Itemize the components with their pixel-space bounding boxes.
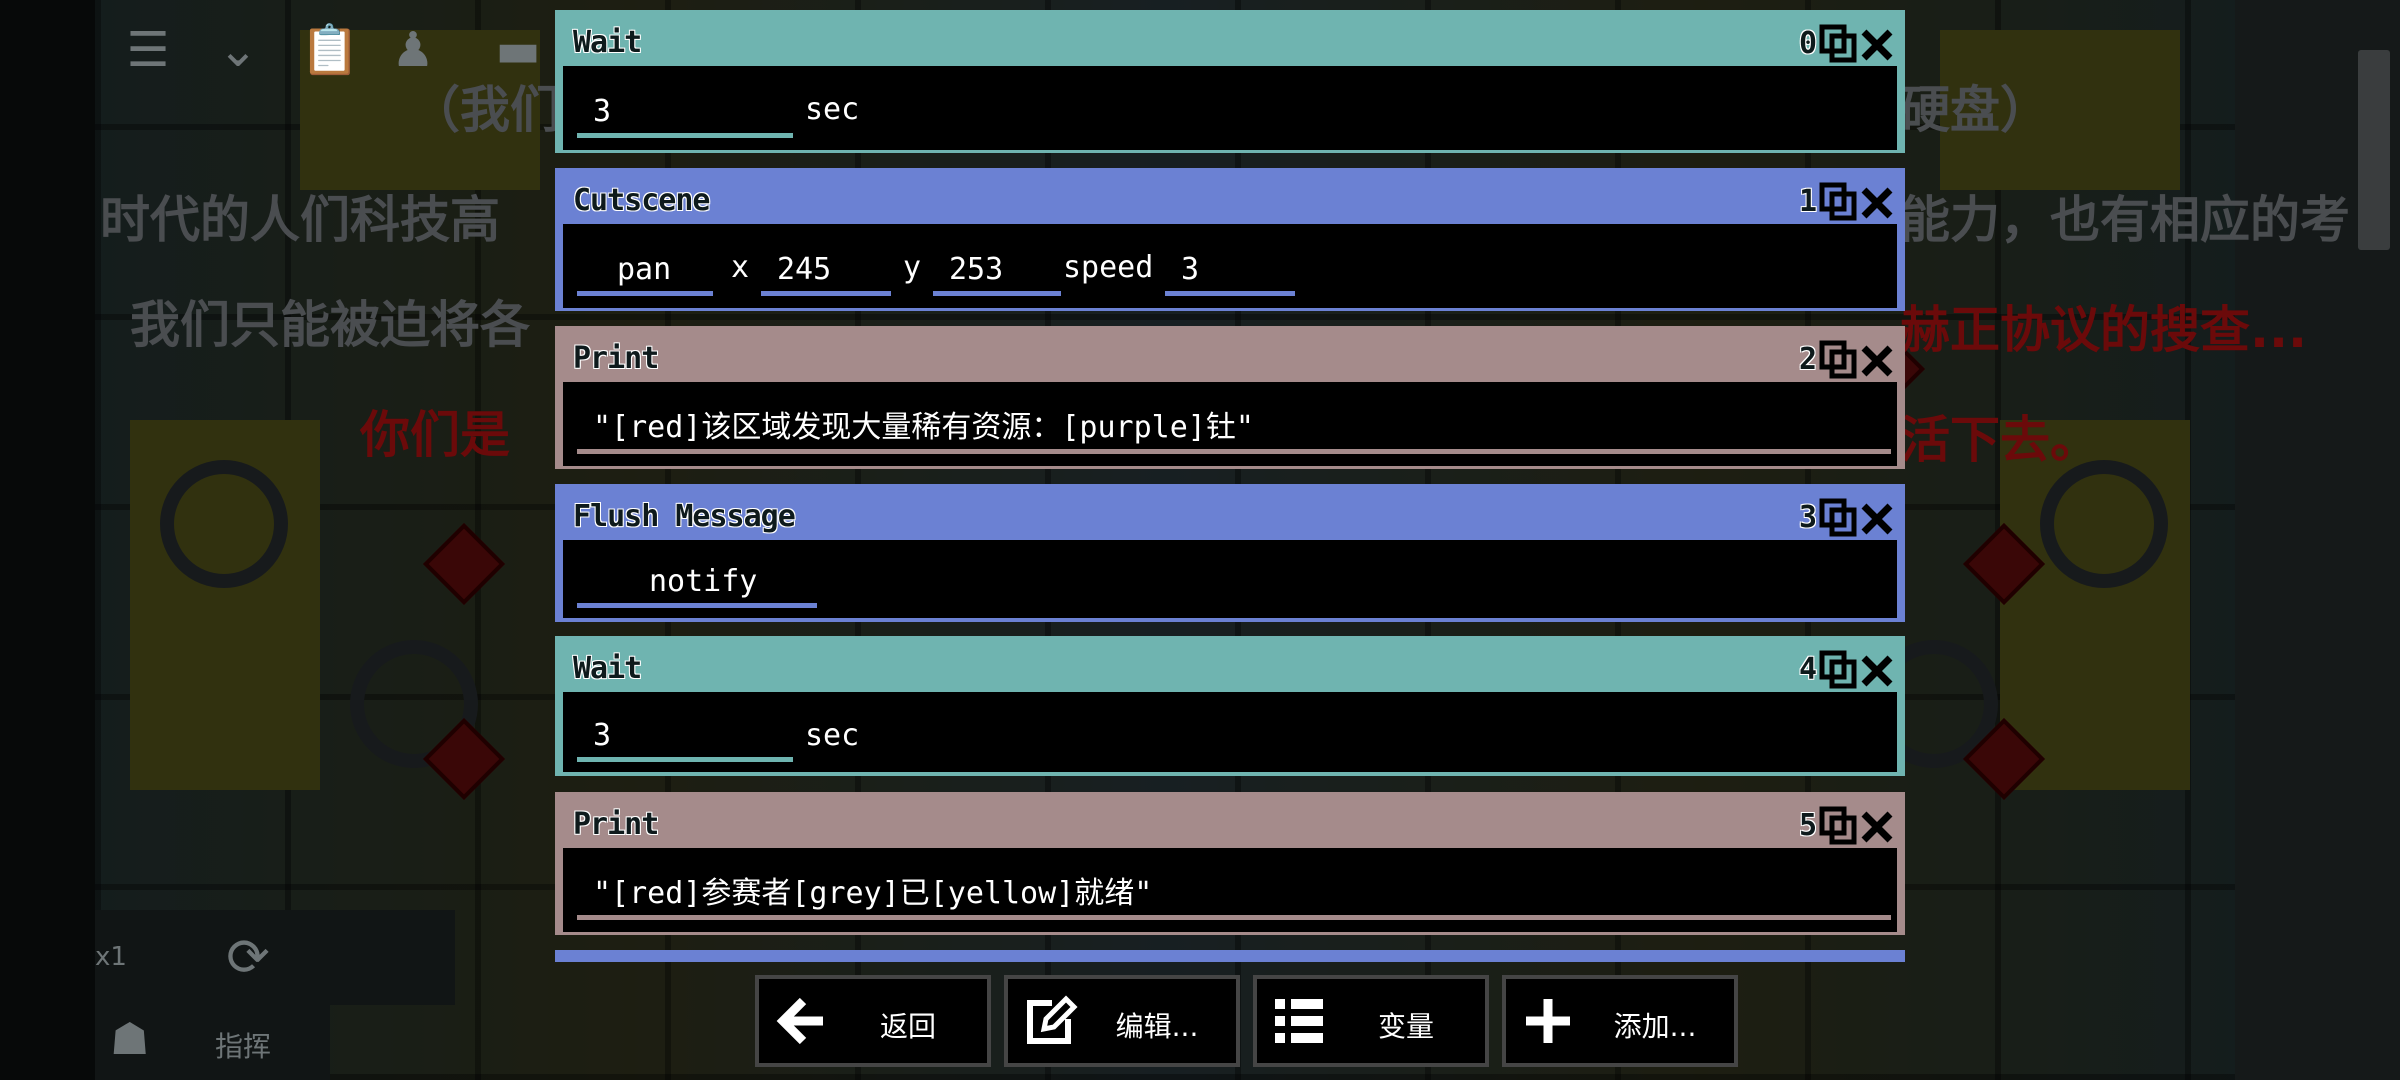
copy-icon[interactable] — [1819, 498, 1859, 538]
field-underline — [577, 449, 1891, 454]
edit-button[interactable]: 编辑... — [1004, 975, 1240, 1067]
left-border — [0, 0, 95, 1080]
wait-duration-field[interactable]: 3 — [577, 86, 793, 138]
event-type-label: Cutscene — [573, 183, 710, 218]
field-underline — [577, 291, 713, 296]
menu-icon[interactable]: ☰ — [120, 22, 176, 78]
wait-duration-field[interactable]: 3 — [577, 710, 793, 762]
cutscene-y-field[interactable]: 253 — [933, 244, 1061, 296]
bg-subtitle-line: 活下去。 — [1900, 411, 2100, 469]
print-text-field[interactable]: "[red]参赛者[grey]已[yellow]就绪" — [577, 868, 1891, 920]
print-text-value: "[red]该区域发现大量稀有资源：[purple]钍" — [593, 410, 1254, 445]
bg-subtitle-line: 硬盘） — [1900, 81, 2050, 139]
command-label: 指挥 — [215, 1030, 272, 1063]
x-label: x — [731, 250, 750, 285]
wait-duration-value: 3 — [593, 94, 612, 129]
y-label: y — [903, 250, 922, 285]
event-type-label: Print — [573, 341, 659, 376]
event-index: 3 — [1798, 500, 1817, 535]
event-panel-print: Print 5 "[red]参赛者[grey]已[yellow]就绪" — [555, 792, 1905, 935]
print-text-field[interactable]: "[red]该区域发现大量稀有资源：[purple]钍" — [577, 402, 1891, 454]
variables-button-label: 变量 — [1377, 1010, 1434, 1043]
copy-icon[interactable] — [1819, 24, 1859, 64]
copy-icon[interactable] — [1819, 650, 1859, 690]
arrow-left-icon — [776, 997, 823, 1045]
cutscene-x-field[interactable]: 245 — [761, 244, 891, 296]
event-panel-wait: Wait 0 3 sec — [555, 10, 1905, 153]
field-underline — [761, 291, 891, 296]
variables-button[interactable]: 变量 — [1253, 975, 1489, 1067]
event-type-label: Print — [573, 807, 659, 842]
refresh-icon[interactable]: ⟳ — [220, 930, 276, 986]
event-panel-print: Print 2 "[red]该区域发现大量稀有资源：[purple]钍" — [555, 326, 1905, 469]
event-type-label: Wait — [573, 651, 642, 686]
field-underline — [577, 915, 1891, 920]
edit-button-label: 编辑... — [1115, 1010, 1199, 1043]
close-icon[interactable] — [1859, 650, 1895, 690]
event-index: 2 — [1798, 342, 1817, 377]
field-underline — [1165, 291, 1295, 296]
cutscene-y-value: 253 — [949, 252, 1004, 287]
chevron-down-icon[interactable]: ⌄ — [210, 22, 266, 78]
unit-label: sec — [805, 92, 860, 127]
field-underline — [577, 133, 793, 138]
close-icon[interactable] — [1859, 24, 1895, 64]
field-underline — [933, 291, 1061, 296]
bg-subtitle-line: 你们是 — [360, 406, 510, 464]
bg-subtitle-line: （我们 — [410, 81, 560, 139]
wait-duration-value: 3 — [593, 718, 612, 753]
back-button[interactable]: 返回 — [755, 975, 991, 1067]
event-type-label: Flush Message — [573, 499, 796, 534]
game-speed-label: x1 — [95, 942, 127, 972]
copy-icon[interactable] — [1819, 182, 1859, 222]
list-icon — [1275, 999, 1323, 1043]
event-index: 5 — [1798, 808, 1817, 843]
unit-icon: ☗ — [110, 1014, 150, 1065]
cutscene-mode-value: pan — [617, 252, 672, 287]
event-index: 4 — [1798, 652, 1817, 687]
copy-icon[interactable] — [1819, 806, 1859, 846]
cutscene-x-value: 245 — [777, 252, 832, 287]
event-panel-flush-message: Flush Message 3 notify — [555, 484, 1905, 622]
bg-subtitle-line: 能力，也有相应的考 — [1900, 191, 2350, 249]
speed-label: speed — [1063, 250, 1154, 285]
event-panel-wait: Wait 4 3 sec — [555, 636, 1905, 776]
field-underline — [577, 603, 817, 608]
close-icon[interactable] — [1859, 182, 1895, 222]
cutscene-speed-field[interactable]: 3 — [1165, 244, 1295, 296]
event-panel-next-partial — [555, 950, 1905, 962]
event-panel-cutscene: Cutscene 1 pan x 245 y 253 speed 3 — [555, 168, 1905, 311]
cutscene-speed-value: 3 — [1181, 252, 1200, 287]
plus-icon — [1526, 999, 1570, 1043]
print-text-value: "[red]参赛者[grey]已[yellow]就绪" — [593, 876, 1153, 911]
add-button[interactable]: 添加... — [1502, 975, 1738, 1067]
close-icon[interactable] — [1859, 340, 1895, 380]
cutscene-mode-field[interactable]: pan — [577, 244, 713, 296]
back-button-label: 返回 — [879, 1010, 936, 1043]
close-icon[interactable] — [1859, 806, 1895, 846]
bg-subtitle-line: 我们只能被迫将各 — [130, 296, 530, 354]
flush-message-field[interactable]: notify — [577, 556, 817, 608]
event-index: 1 — [1798, 184, 1817, 219]
event-index: 0 — [1798, 26, 1817, 61]
unit-label: sec — [805, 718, 860, 753]
scrollbar[interactable] — [2358, 50, 2390, 250]
event-type-label: Wait — [573, 25, 642, 60]
add-button-label: 添加... — [1613, 1010, 1697, 1043]
edit-icon — [1027, 995, 1078, 1044]
bg-subtitle-line: 时代的人们科技高 — [100, 191, 500, 249]
flush-message-value: notify — [649, 564, 758, 599]
close-icon[interactable] — [1859, 498, 1895, 538]
bg-subtitle-line: 赫正协议的搜查... — [1900, 301, 2307, 359]
copy-icon[interactable] — [1819, 340, 1859, 380]
clipboard-icon[interactable]: 📋 — [300, 22, 360, 78]
field-underline — [577, 757, 793, 762]
